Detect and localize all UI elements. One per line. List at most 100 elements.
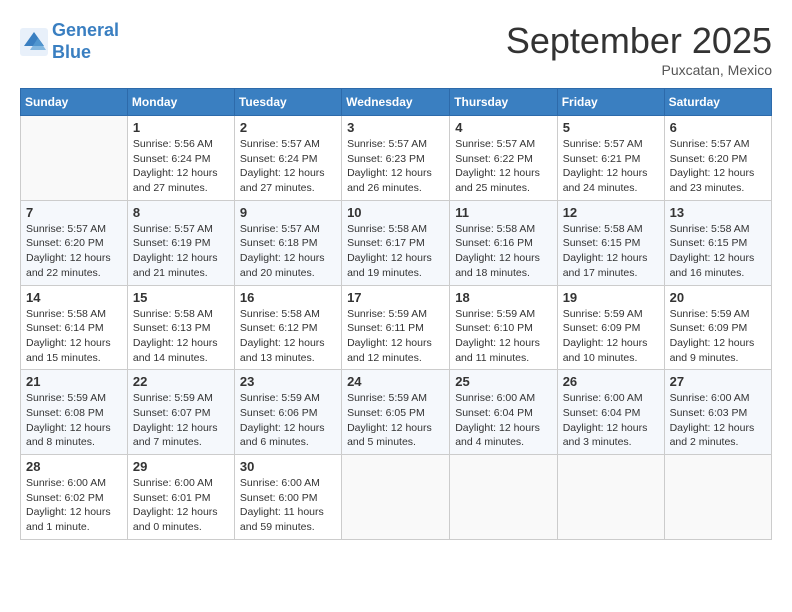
day-info: Sunrise: 5:57 AMSunset: 6:24 PMDaylight:… (240, 138, 325, 194)
day-number: 18 (455, 290, 551, 305)
calendar-cell (557, 455, 664, 540)
calendar-week-row: 28 Sunrise: 6:00 AMSunset: 6:02 PMDaylig… (21, 455, 772, 540)
calendar-table: SundayMondayTuesdayWednesdayThursdayFrid… (20, 88, 772, 540)
day-info: Sunrise: 5:58 AMSunset: 6:13 PMDaylight:… (133, 308, 218, 364)
day-info: Sunrise: 5:57 AMSunset: 6:22 PMDaylight:… (455, 138, 540, 194)
calendar-cell (21, 116, 128, 201)
day-number: 1 (133, 120, 229, 135)
weekday-header-monday: Monday (127, 89, 234, 116)
day-info: Sunrise: 5:59 AMSunset: 6:09 PMDaylight:… (670, 308, 755, 364)
day-number: 7 (26, 205, 122, 220)
weekday-header-tuesday: Tuesday (234, 89, 341, 116)
day-number: 8 (133, 205, 229, 220)
day-number: 10 (347, 205, 444, 220)
day-info: Sunrise: 6:00 AMSunset: 6:00 PMDaylight:… (240, 477, 324, 533)
weekday-header-row: SundayMondayTuesdayWednesdayThursdayFrid… (21, 89, 772, 116)
calendar-cell: 2 Sunrise: 5:57 AMSunset: 6:24 PMDayligh… (234, 116, 341, 201)
day-number: 11 (455, 205, 551, 220)
day-number: 5 (563, 120, 659, 135)
day-number: 3 (347, 120, 444, 135)
day-info: Sunrise: 5:57 AMSunset: 6:21 PMDaylight:… (563, 138, 648, 194)
calendar-week-row: 1 Sunrise: 5:56 AMSunset: 6:24 PMDayligh… (21, 116, 772, 201)
logo-icon (20, 28, 48, 56)
calendar-cell: 14 Sunrise: 5:58 AMSunset: 6:14 PMDaylig… (21, 285, 128, 370)
calendar-cell: 22 Sunrise: 5:59 AMSunset: 6:07 PMDaylig… (127, 370, 234, 455)
day-info: Sunrise: 5:57 AMSunset: 6:20 PMDaylight:… (26, 223, 111, 279)
day-number: 21 (26, 374, 122, 389)
day-number: 20 (670, 290, 766, 305)
day-number: 15 (133, 290, 229, 305)
day-number: 28 (26, 459, 122, 474)
day-info: Sunrise: 5:58 AMSunset: 6:12 PMDaylight:… (240, 308, 325, 364)
weekday-header-thursday: Thursday (450, 89, 557, 116)
calendar-cell: 8 Sunrise: 5:57 AMSunset: 6:19 PMDayligh… (127, 200, 234, 285)
weekday-header-friday: Friday (557, 89, 664, 116)
calendar-cell: 12 Sunrise: 5:58 AMSunset: 6:15 PMDaylig… (557, 200, 664, 285)
calendar-cell: 7 Sunrise: 5:57 AMSunset: 6:20 PMDayligh… (21, 200, 128, 285)
calendar-cell: 21 Sunrise: 5:59 AMSunset: 6:08 PMDaylig… (21, 370, 128, 455)
day-info: Sunrise: 6:00 AMSunset: 6:01 PMDaylight:… (133, 477, 218, 533)
calendar-cell: 1 Sunrise: 5:56 AMSunset: 6:24 PMDayligh… (127, 116, 234, 201)
calendar-cell (450, 455, 557, 540)
day-number: 29 (133, 459, 229, 474)
calendar-cell: 30 Sunrise: 6:00 AMSunset: 6:00 PMDaylig… (234, 455, 341, 540)
weekday-header-sunday: Sunday (21, 89, 128, 116)
calendar-cell: 20 Sunrise: 5:59 AMSunset: 6:09 PMDaylig… (664, 285, 771, 370)
calendar-cell: 5 Sunrise: 5:57 AMSunset: 6:21 PMDayligh… (557, 116, 664, 201)
day-info: Sunrise: 5:57 AMSunset: 6:18 PMDaylight:… (240, 223, 325, 279)
day-info: Sunrise: 5:57 AMSunset: 6:19 PMDaylight:… (133, 223, 218, 279)
day-info: Sunrise: 5:59 AMSunset: 6:07 PMDaylight:… (133, 392, 218, 448)
day-info: Sunrise: 5:58 AMSunset: 6:15 PMDaylight:… (670, 223, 755, 279)
day-info: Sunrise: 5:59 AMSunset: 6:06 PMDaylight:… (240, 392, 325, 448)
day-number: 25 (455, 374, 551, 389)
day-info: Sunrise: 6:00 AMSunset: 6:02 PMDaylight:… (26, 477, 111, 533)
day-number: 2 (240, 120, 336, 135)
day-info: Sunrise: 5:59 AMSunset: 6:09 PMDaylight:… (563, 308, 648, 364)
calendar-week-row: 21 Sunrise: 5:59 AMSunset: 6:08 PMDaylig… (21, 370, 772, 455)
day-number: 6 (670, 120, 766, 135)
calendar-cell: 15 Sunrise: 5:58 AMSunset: 6:13 PMDaylig… (127, 285, 234, 370)
day-info: Sunrise: 6:00 AMSunset: 6:03 PMDaylight:… (670, 392, 755, 448)
day-info: Sunrise: 5:58 AMSunset: 6:14 PMDaylight:… (26, 308, 111, 364)
day-info: Sunrise: 6:00 AMSunset: 6:04 PMDaylight:… (455, 392, 540, 448)
month-title: September 2025 (506, 20, 772, 62)
day-number: 22 (133, 374, 229, 389)
location: Puxcatan, Mexico (506, 62, 772, 78)
day-number: 14 (26, 290, 122, 305)
calendar-week-row: 14 Sunrise: 5:58 AMSunset: 6:14 PMDaylig… (21, 285, 772, 370)
calendar-cell: 16 Sunrise: 5:58 AMSunset: 6:12 PMDaylig… (234, 285, 341, 370)
calendar-cell: 29 Sunrise: 6:00 AMSunset: 6:01 PMDaylig… (127, 455, 234, 540)
weekday-header-wednesday: Wednesday (342, 89, 450, 116)
calendar-cell: 3 Sunrise: 5:57 AMSunset: 6:23 PMDayligh… (342, 116, 450, 201)
calendar-cell: 10 Sunrise: 5:58 AMSunset: 6:17 PMDaylig… (342, 200, 450, 285)
day-number: 24 (347, 374, 444, 389)
day-number: 13 (670, 205, 766, 220)
calendar-cell: 4 Sunrise: 5:57 AMSunset: 6:22 PMDayligh… (450, 116, 557, 201)
day-number: 16 (240, 290, 336, 305)
calendar-cell: 17 Sunrise: 5:59 AMSunset: 6:11 PMDaylig… (342, 285, 450, 370)
day-info: Sunrise: 5:58 AMSunset: 6:16 PMDaylight:… (455, 223, 540, 279)
day-number: 27 (670, 374, 766, 389)
calendar-cell: 25 Sunrise: 6:00 AMSunset: 6:04 PMDaylig… (450, 370, 557, 455)
day-info: Sunrise: 5:57 AMSunset: 6:23 PMDaylight:… (347, 138, 432, 194)
day-number: 9 (240, 205, 336, 220)
day-number: 19 (563, 290, 659, 305)
day-number: 30 (240, 459, 336, 474)
logo-text: General Blue (52, 20, 119, 63)
calendar-cell: 19 Sunrise: 5:59 AMSunset: 6:09 PMDaylig… (557, 285, 664, 370)
day-info: Sunrise: 5:58 AMSunset: 6:15 PMDaylight:… (563, 223, 648, 279)
page-header: General Blue September 2025 Puxcatan, Me… (20, 20, 772, 78)
calendar-cell: 26 Sunrise: 6:00 AMSunset: 6:04 PMDaylig… (557, 370, 664, 455)
day-info: Sunrise: 5:59 AMSunset: 6:08 PMDaylight:… (26, 392, 111, 448)
calendar-cell (664, 455, 771, 540)
calendar-cell: 13 Sunrise: 5:58 AMSunset: 6:15 PMDaylig… (664, 200, 771, 285)
day-number: 17 (347, 290, 444, 305)
calendar-cell (342, 455, 450, 540)
calendar-cell: 27 Sunrise: 6:00 AMSunset: 6:03 PMDaylig… (664, 370, 771, 455)
day-number: 4 (455, 120, 551, 135)
day-info: Sunrise: 5:59 AMSunset: 6:05 PMDaylight:… (347, 392, 432, 448)
calendar-week-row: 7 Sunrise: 5:57 AMSunset: 6:20 PMDayligh… (21, 200, 772, 285)
calendar-cell: 24 Sunrise: 5:59 AMSunset: 6:05 PMDaylig… (342, 370, 450, 455)
day-info: Sunrise: 5:58 AMSunset: 6:17 PMDaylight:… (347, 223, 432, 279)
calendar-cell: 11 Sunrise: 5:58 AMSunset: 6:16 PMDaylig… (450, 200, 557, 285)
